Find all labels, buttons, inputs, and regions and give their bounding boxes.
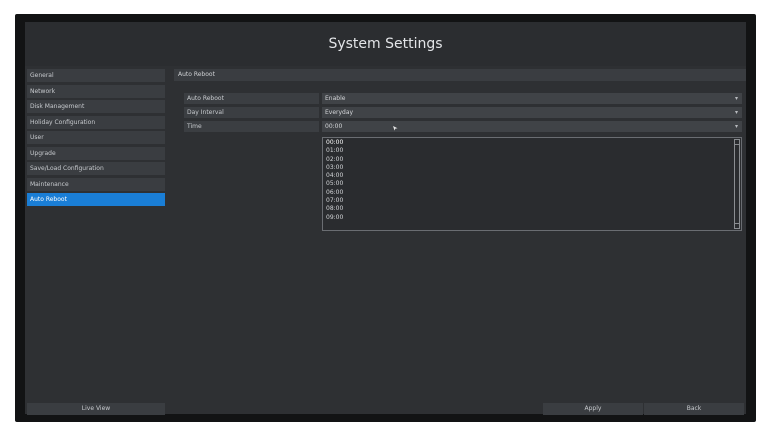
sidebar-item-auto-reboot[interactable]: Auto Reboot <box>27 193 165 206</box>
time-select[interactable]: 00:00 ▾ <box>322 121 742 132</box>
sidebar-item-maintenance[interactable]: Maintenance <box>27 177 165 191</box>
page-title: System Settings <box>25 22 746 66</box>
time-option[interactable]: 04:00 <box>326 172 343 180</box>
chevron-down-icon: ▾ <box>734 109 738 116</box>
day-interval-label: Day Interval <box>184 107 319 118</box>
time-option[interactable]: 06:00 <box>326 189 343 197</box>
chevron-down-icon: ▾ <box>734 95 738 102</box>
auto-reboot-label: Auto Reboot <box>184 93 319 104</box>
apply-button[interactable]: Apply <box>543 403 643 415</box>
sidebar: General Network Disk Management Holiday … <box>27 69 165 209</box>
time-option-list: 00:00 01:00 02:00 03:00 04:00 05:00 06:0… <box>326 139 343 222</box>
live-view-button[interactable]: Live View <box>27 403 165 415</box>
scroll-up-arrow[interactable] <box>734 139 740 145</box>
scroll-down-arrow[interactable] <box>734 223 740 229</box>
settings-window: System Settings General Network Disk Man… <box>25 22 746 415</box>
day-interval-select[interactable]: Everyday ▾ <box>322 107 742 118</box>
time-label: Time <box>184 121 319 132</box>
section-header: Auto Reboot <box>174 69 746 81</box>
time-option[interactable]: 00:00 <box>326 139 343 147</box>
sidebar-item-user[interactable]: User <box>27 131 165 144</box>
time-option[interactable]: 03:00 <box>326 164 343 172</box>
monitor-screen: System Settings General Network Disk Man… <box>15 14 756 422</box>
time-option[interactable]: 05:00 <box>326 180 343 188</box>
sidebar-item-holiday-configuration[interactable]: Holiday Configuration <box>27 115 165 129</box>
time-option[interactable]: 08:00 <box>326 205 343 213</box>
sidebar-item-general[interactable]: General <box>27 69 165 82</box>
mouse-pointer-icon <box>393 126 398 131</box>
time-option[interactable]: 09:00 <box>326 214 343 222</box>
sidebar-item-network[interactable]: Network <box>27 84 165 98</box>
auto-reboot-select[interactable]: Enable ▾ <box>322 93 742 104</box>
back-button[interactable]: Back <box>644 403 744 415</box>
time-option[interactable]: 07:00 <box>326 197 343 205</box>
chevron-down-icon: ▾ <box>734 123 738 130</box>
time-option[interactable]: 01:00 <box>326 147 343 155</box>
time-value: 00:00 <box>325 123 343 130</box>
time-option[interactable]: 02:00 <box>326 156 343 164</box>
day-interval-value: Everyday <box>325 109 354 116</box>
dropdown-scrollbar[interactable] <box>734 139 740 229</box>
sidebar-item-disk-management[interactable]: Disk Management <box>27 100 165 113</box>
sidebar-item-save-load-configuration[interactable]: Save/Load Configuration <box>27 162 165 175</box>
time-dropdown-list[interactable]: 00:00 01:00 02:00 03:00 04:00 05:00 06:0… <box>322 137 742 231</box>
auto-reboot-value: Enable <box>325 95 346 102</box>
sidebar-item-upgrade[interactable]: Upgrade <box>27 146 165 160</box>
